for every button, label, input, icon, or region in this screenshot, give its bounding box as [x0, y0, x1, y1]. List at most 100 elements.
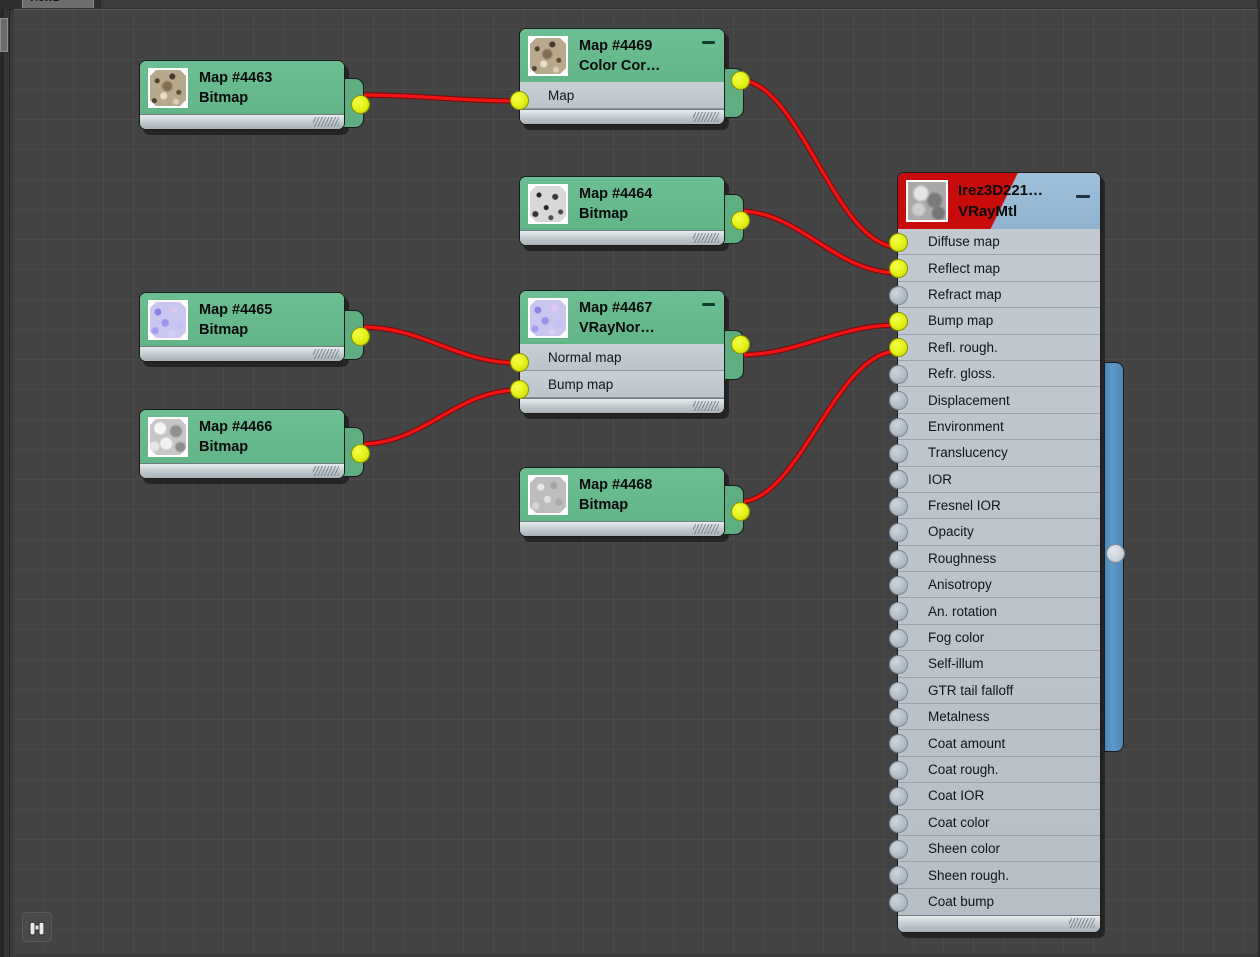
- material-input-row[interactable]: Anisotropy: [898, 572, 1100, 599]
- resize-grip-icon[interactable]: [693, 112, 719, 122]
- output-socket[interactable]: [731, 335, 750, 354]
- node-body[interactable]: Irez3D221… VRayMtl Diffuse map Reflect ma…: [897, 172, 1101, 934]
- node-body[interactable]: Map #4464 Bitmap: [519, 176, 725, 246]
- material-input-socket[interactable]: [889, 575, 908, 595]
- node-map-4464[interactable]: Map #4464 Bitmap: [519, 176, 750, 251]
- material-input-socket[interactable]: [889, 232, 908, 252]
- output-socket[interactable]: [731, 71, 750, 90]
- node-header[interactable]: Map #4464 Bitmap: [520, 177, 724, 230]
- material-input-row[interactable]: Metalness: [898, 704, 1100, 731]
- material-input-row[interactable]: An. rotation: [898, 598, 1100, 625]
- material-input-row[interactable]: Coat color: [898, 810, 1100, 836]
- material-input-socket[interactable]: [889, 311, 908, 331]
- material-input-socket[interactable]: [889, 523, 908, 543]
- material-input-socket[interactable]: [889, 628, 908, 648]
- input-socket-normal-map[interactable]: [510, 353, 529, 372]
- node-map-4469[interactable]: Map #4469 Color Cor… Map: [510, 28, 750, 130]
- material-input-socket[interactable]: [889, 417, 908, 437]
- resize-grip-icon[interactable]: [693, 233, 719, 243]
- node-map-4466[interactable]: Map #4466 Bitmap: [139, 409, 370, 484]
- material-input-socket[interactable]: [889, 681, 908, 701]
- material-input-row[interactable]: Translucency: [898, 440, 1100, 467]
- input-row-normal-map[interactable]: Normal map: [520, 344, 724, 371]
- resize-grip-icon[interactable]: [693, 524, 719, 534]
- material-input-row[interactable]: Bump map: [898, 308, 1100, 335]
- node-map-4463[interactable]: Map #4463 Bitmap: [139, 60, 370, 135]
- minimize-icon[interactable]: [702, 41, 715, 44]
- output-socket[interactable]: [731, 211, 750, 230]
- node-header[interactable]: Map #4467 VRayNor…: [520, 291, 724, 344]
- output-socket[interactable]: [351, 444, 370, 463]
- tab-strip-empty-area[interactable]: [100, 0, 1258, 8]
- material-input-row[interactable]: Refr. gloss.: [898, 361, 1100, 388]
- material-output-socket[interactable]: [1106, 544, 1125, 563]
- material-input-row[interactable]: Reflect map: [898, 255, 1100, 282]
- node-map-4467[interactable]: Map #4467 VRayNor… Normal map Bump map: [510, 290, 750, 419]
- input-socket-map[interactable]: [510, 91, 529, 110]
- material-input-row[interactable]: Sheen rough.: [898, 862, 1100, 889]
- material-input-row[interactable]: Roughness: [898, 546, 1100, 573]
- resize-grip-icon[interactable]: [313, 117, 339, 127]
- resize-grip-icon[interactable]: [693, 401, 719, 411]
- material-input-row[interactable]: Opacity: [898, 519, 1100, 546]
- material-input-row[interactable]: Fresnel IOR: [898, 493, 1100, 520]
- material-input-row[interactable]: Coat amount: [898, 730, 1100, 757]
- material-input-row[interactable]: Environment: [898, 414, 1100, 441]
- material-input-row[interactable]: Fog color: [898, 625, 1100, 652]
- node-body[interactable]: Map #4466 Bitmap: [139, 409, 345, 479]
- material-input-row[interactable]: Diffuse map: [898, 229, 1100, 256]
- material-input-socket[interactable]: [889, 787, 908, 807]
- material-input-row[interactable]: Sheen color: [898, 836, 1100, 863]
- material-input-row[interactable]: Refl. rough.: [898, 335, 1100, 361]
- input-row-bump-map[interactable]: Bump map: [520, 371, 724, 398]
- node-body[interactable]: Map #4463 Bitmap: [139, 60, 345, 130]
- material-input-socket[interactable]: [889, 496, 908, 516]
- resize-grip-icon[interactable]: [313, 466, 339, 476]
- tab-view1[interactable]: View1: [22, 0, 94, 8]
- output-socket[interactable]: [351, 95, 370, 114]
- material-input-row[interactable]: Self-illum: [898, 651, 1100, 678]
- material-input-row[interactable]: GTR tail falloff: [898, 678, 1100, 705]
- node-body[interactable]: Map #4465 Bitmap: [139, 292, 345, 362]
- input-socket-bump-map[interactable]: [510, 380, 529, 399]
- material-input-row[interactable]: Coat IOR: [898, 783, 1100, 810]
- material-input-socket[interactable]: [889, 285, 908, 305]
- input-row-map[interactable]: Map: [520, 82, 724, 109]
- output-socket[interactable]: [351, 327, 370, 346]
- node-header[interactable]: Map #4465 Bitmap: [140, 293, 344, 346]
- material-input-row[interactable]: Displacement: [898, 387, 1100, 414]
- material-input-socket[interactable]: [889, 259, 908, 279]
- material-input-row[interactable]: Coat rough.: [898, 757, 1100, 784]
- minimize-icon[interactable]: [702, 303, 715, 306]
- material-input-row[interactable]: IOR: [898, 467, 1100, 493]
- minimize-icon[interactable]: [1076, 195, 1090, 198]
- material-header[interactable]: Irez3D221… VRayMtl: [898, 173, 1100, 229]
- material-input-row[interactable]: Refract map: [898, 282, 1100, 309]
- node-body[interactable]: Map #4468 Bitmap: [519, 467, 725, 537]
- material-input-socket[interactable]: [889, 839, 908, 859]
- rail-tool-button[interactable]: [0, 18, 8, 52]
- material-input-socket[interactable]: [889, 707, 908, 727]
- material-input-socket[interactable]: [889, 892, 908, 912]
- material-input-socket[interactable]: [889, 655, 908, 675]
- output-socket[interactable]: [731, 502, 750, 521]
- binoculars-icon[interactable]: [22, 912, 52, 942]
- resize-grip-icon[interactable]: [313, 349, 339, 359]
- material-input-row[interactable]: Coat bump: [898, 889, 1100, 915]
- node-header[interactable]: Map #4463 Bitmap: [140, 61, 344, 114]
- material-input-socket[interactable]: [889, 549, 908, 569]
- node-header[interactable]: Map #4466 Bitmap: [140, 410, 344, 463]
- node-body[interactable]: Map #4469 Color Cor… Map: [519, 28, 725, 125]
- node-body[interactable]: Map #4467 VRayNor… Normal map Bump map: [519, 290, 725, 414]
- node-material-vraymtl[interactable]: Irez3D221… VRayMtl Diffuse map Reflect ma…: [889, 172, 1125, 939]
- material-input-socket[interactable]: [889, 443, 908, 463]
- node-map-4465[interactable]: Map #4465 Bitmap: [139, 292, 370, 367]
- material-input-socket[interactable]: [889, 364, 908, 384]
- node-header[interactable]: Map #4468 Bitmap: [520, 468, 724, 521]
- material-input-socket[interactable]: [889, 813, 908, 833]
- node-header[interactable]: Map #4469 Color Cor…: [520, 29, 724, 82]
- material-input-socket[interactable]: [889, 391, 908, 411]
- node-map-4468[interactable]: Map #4468 Bitmap: [519, 467, 750, 542]
- resize-grip-icon[interactable]: [1069, 918, 1095, 929]
- material-input-socket[interactable]: [889, 760, 908, 780]
